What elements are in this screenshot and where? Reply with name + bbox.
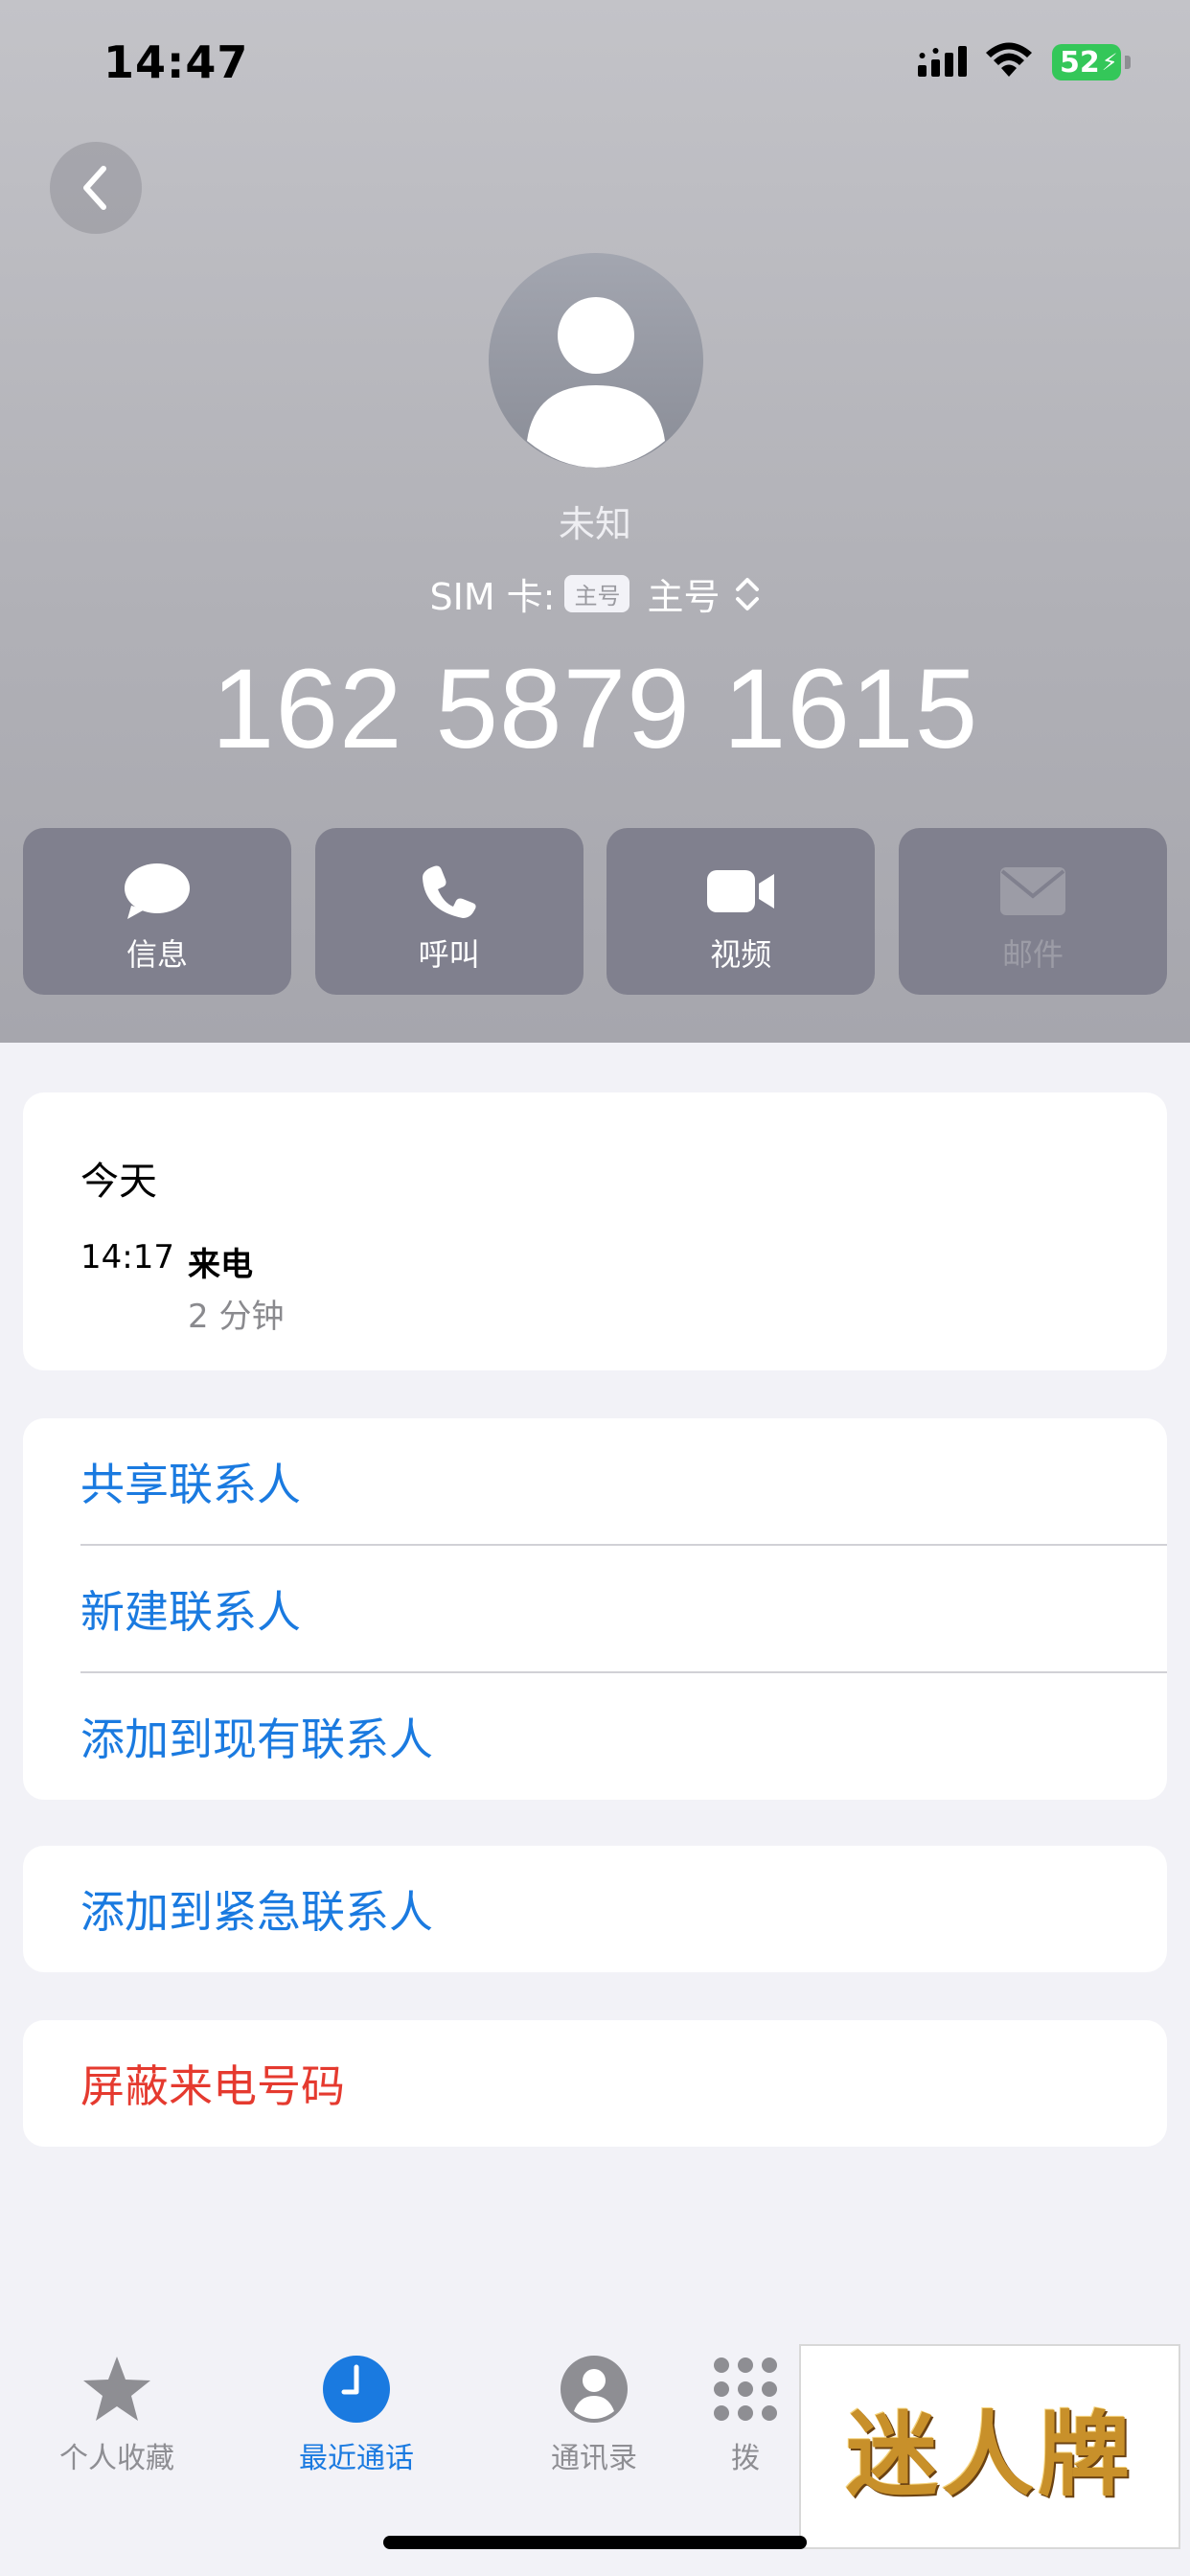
share-contact-button[interactable]: 共享联系人 xyxy=(80,1418,1167,1545)
call-time: 14:17 xyxy=(80,1238,174,1276)
mail-icon xyxy=(999,867,1065,915)
charging-bolt-icon: ⚡ xyxy=(1101,49,1118,76)
mail-button[interactable]: 邮件 xyxy=(898,828,1167,995)
message-label: 信息 xyxy=(126,936,188,973)
battery-cap xyxy=(1125,56,1131,69)
caller-name: 未知 xyxy=(558,503,631,545)
watermark-text: 迷人牌 xyxy=(846,2400,1133,2509)
tab-keypad-label: 拨 xyxy=(731,2442,760,2475)
recent-day: 今天 xyxy=(80,1160,157,1204)
call-duration: 2 分钟 xyxy=(188,1298,285,1336)
status-bar: 14:47 52 ⚡ xyxy=(0,0,1190,134)
tab-keypad[interactable]: 拨 xyxy=(707,2354,784,2476)
sim-badge: 主号 xyxy=(564,575,630,612)
mail-label: 邮件 xyxy=(1001,936,1064,973)
tab-recents-label: 最近通话 xyxy=(299,2442,414,2475)
add-to-existing-contact-button[interactable]: 添加到现有联系人 xyxy=(80,1673,1167,1800)
sim-selector[interactable]: SIM 卡: 主号 主号 xyxy=(0,567,1190,620)
keypad-icon xyxy=(714,2358,777,2421)
avatar xyxy=(489,253,703,468)
contact-header: 14:47 52 ⚡ 未知 SIM 卡: 主号 主号 162 5879 1615… xyxy=(0,0,1190,1043)
battery-level: 52 xyxy=(1060,45,1100,80)
call-button[interactable]: 呼叫 xyxy=(314,828,584,995)
recent-calls-card: 今天 14:17 来电 2 分钟 xyxy=(23,1092,1167,1370)
video-button[interactable]: 视频 xyxy=(606,828,876,995)
back-button[interactable] xyxy=(50,142,142,234)
status-time: 14:47 xyxy=(103,36,249,88)
person-silhouette-icon xyxy=(527,297,665,468)
home-indicator[interactable] xyxy=(383,2536,807,2549)
contact-options-card: 共享联系人 新建联系人 添加到现有联系人 xyxy=(23,1418,1167,1800)
call-type: 来电 xyxy=(188,1246,253,1284)
battery-indicator: 52 ⚡ xyxy=(1052,44,1121,80)
phone-number: 162 5879 1615 xyxy=(211,646,979,772)
new-contact-button[interactable]: 新建联系人 xyxy=(80,1546,1167,1672)
tab-favorites-label: 个人收藏 xyxy=(59,2442,174,2475)
tab-contacts-label: 通讯录 xyxy=(551,2442,637,2475)
tab-recents[interactable]: 最近通话 xyxy=(261,2354,452,2476)
add-emergency-contact-button[interactable]: 添加到紧急联系人 xyxy=(80,1846,1167,1972)
sim-label: SIM 卡: xyxy=(429,576,556,618)
sim-value: 主号 xyxy=(647,576,721,618)
message-button[interactable]: 信息 xyxy=(23,828,291,995)
video-label: 视频 xyxy=(710,936,772,973)
tab-favorites[interactable]: 个人收藏 xyxy=(21,2354,213,2476)
video-icon xyxy=(707,870,775,912)
phone-icon xyxy=(422,865,476,918)
block-caller-button[interactable]: 屏蔽来电号码 xyxy=(80,2020,1167,2147)
chevron-up-down-icon xyxy=(735,577,759,610)
clock-icon xyxy=(323,2356,390,2423)
call-label: 呼叫 xyxy=(418,936,480,973)
action-buttons: 信息 呼叫 视频 邮件 xyxy=(23,828,1167,995)
cellular-signal-icon xyxy=(918,46,967,77)
chevron-left-icon xyxy=(83,166,106,210)
message-icon xyxy=(125,863,190,919)
tab-contacts[interactable]: 通讯录 xyxy=(498,2354,690,2476)
block-card: 屏蔽来电号码 xyxy=(23,2020,1167,2147)
star-icon xyxy=(83,2357,150,2421)
wifi-icon xyxy=(986,42,1032,77)
emergency-card: 添加到紧急联系人 xyxy=(23,1846,1167,1972)
person-icon xyxy=(561,2356,628,2423)
watermark-logo: 迷人牌 xyxy=(799,2344,1180,2549)
